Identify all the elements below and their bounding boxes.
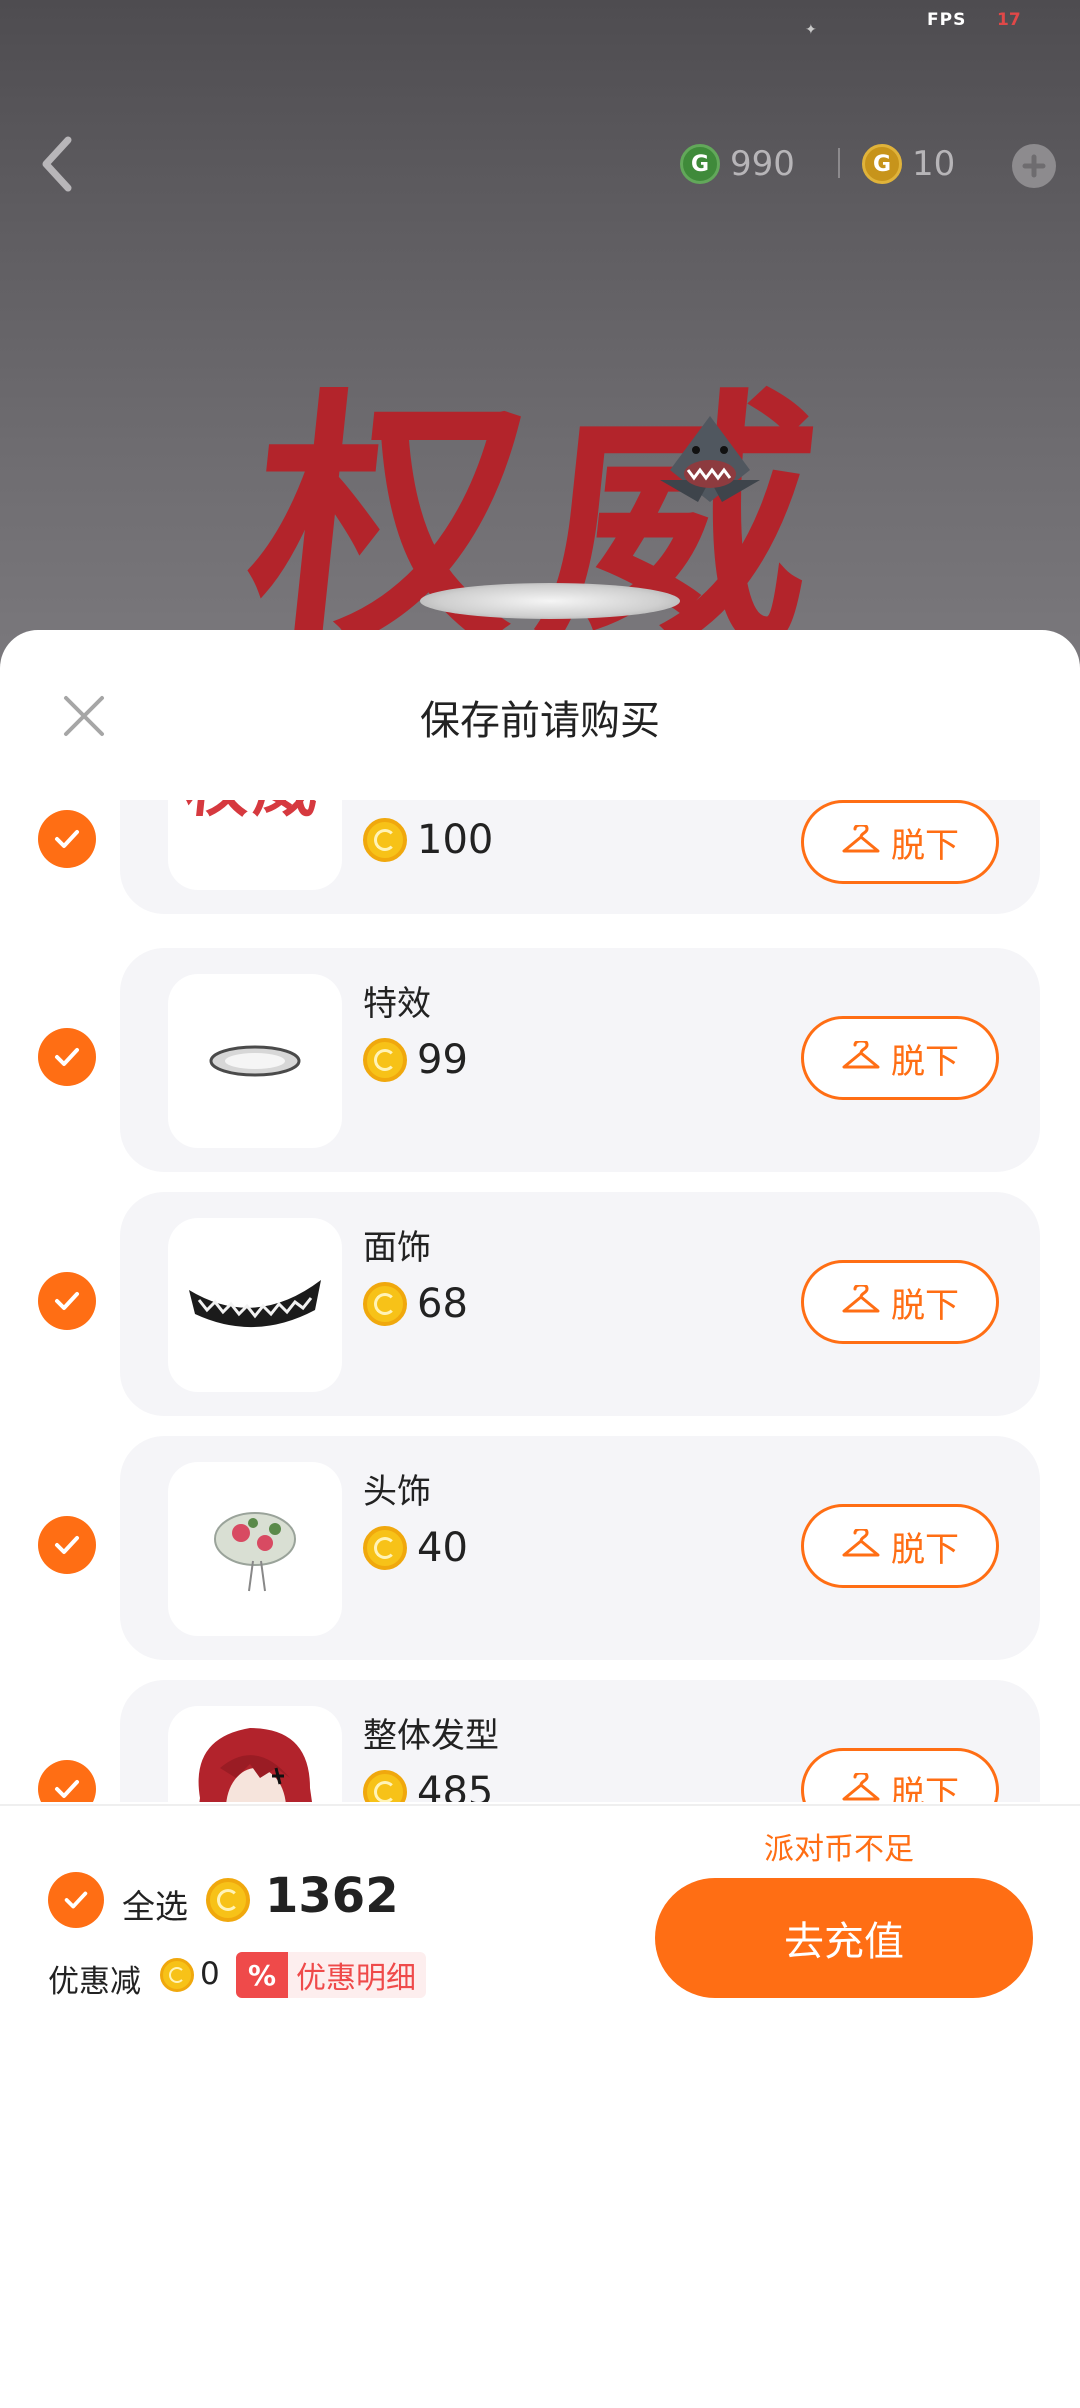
effect-disc (420, 583, 680, 619)
check-icon (55, 1780, 79, 1798)
list-item: 整体发型 485 脱下 (0, 1680, 1080, 1802)
g-coin-green-icon: G (680, 144, 720, 184)
item-card: 特效 99 脱下 (120, 948, 1040, 1172)
currency-divider (838, 148, 840, 178)
title-art-thumb: 权威 (182, 800, 328, 829)
item-card: 头饰 40 脱下 (120, 1436, 1040, 1660)
item-price-value: 99 (417, 1037, 468, 1083)
check-icon (55, 830, 79, 848)
list-item: 特效 99 脱下 (0, 948, 1080, 1172)
list-item: 权威 100 脱下 (0, 800, 1080, 914)
take-off-button[interactable]: 脱下 (801, 1748, 999, 1802)
item-price: 40 (363, 1518, 468, 1578)
fps-label: FPS (927, 10, 967, 30)
shark-accessory-icon (660, 416, 760, 502)
item-price-value: 100 (417, 817, 494, 863)
item-name: 头饰 (363, 1472, 431, 1512)
red-hairstyle-icon (198, 1728, 312, 1802)
item-card: 整体发型 485 脱下 (120, 1680, 1040, 1802)
discount-label: 优惠减 (48, 1964, 141, 2000)
gold-coin-balance: G 10 (862, 136, 955, 192)
party-coin-icon (363, 1038, 407, 1082)
hanger-icon (842, 1285, 880, 1313)
item-checkbox[interactable] (38, 1272, 96, 1330)
effect-disc-icon (209, 1045, 301, 1077)
item-price: 99 (363, 1030, 468, 1090)
purchase-sheet: 保存前请购买 权威 100 (0, 630, 1080, 2408)
discount-detail-label: 优惠明细 (296, 1961, 416, 1996)
item-price: 100 (363, 810, 493, 870)
item-checkbox[interactable] (38, 810, 96, 868)
party-coin-icon (363, 818, 407, 862)
chevron-left-icon (42, 136, 72, 192)
item-price: 485 (363, 1762, 493, 1802)
item-thumbnail: 权威 (168, 800, 342, 890)
fps-value: 17 (997, 10, 1021, 30)
take-off-label: 脱下 (891, 1285, 959, 1326)
green-coin-balance: G 990 (680, 136, 795, 192)
take-off-label: 脱下 (891, 1773, 959, 1803)
item-name: 特效 (363, 984, 431, 1024)
check-icon (55, 1292, 79, 1310)
check-icon (55, 1048, 79, 1066)
item-name: 面饰 (363, 1228, 431, 1268)
floral-beret-icon (214, 1512, 296, 1592)
item-checkbox[interactable] (38, 1760, 96, 1802)
party-coin-icon (363, 1282, 407, 1326)
item-name: 整体发型 (363, 1716, 499, 1756)
shark-teeth-mask-icon (189, 1280, 321, 1328)
discount-value: 0 (200, 1956, 220, 1992)
select-all-label[interactable]: 全选 (122, 1880, 188, 1928)
add-currency-button[interactable] (1012, 144, 1056, 188)
take-off-button[interactable]: 脱下 (801, 800, 999, 884)
take-off-button[interactable]: 脱下 (801, 1504, 999, 1588)
item-checkbox[interactable] (38, 1028, 96, 1086)
item-thumbnail (168, 974, 342, 1148)
party-coin-icon (363, 1770, 407, 1802)
screen: ✦ FPS 17 G 990 G 10 权威 保存前请购买 100 脱下 特效 … (0, 0, 1080, 2408)
party-coin-icon (160, 1958, 194, 1992)
item-price: 68 (363, 1274, 468, 1334)
total-price: 1362 (265, 1868, 399, 1924)
plus-icon (1022, 154, 1046, 178)
item-thumbnail (168, 1218, 342, 1392)
item-price-value: 485 (417, 1769, 494, 1802)
take-off-label: 脱下 (891, 1041, 959, 1082)
hanger-icon (842, 825, 880, 853)
item-checkbox[interactable] (38, 1516, 96, 1574)
green-coin-amount: 990 (730, 144, 795, 184)
list-item: 面饰 68 脱下 (0, 1192, 1080, 1416)
avatar-scene: ✦ FPS 17 G 990 G 10 权威 (0, 0, 1080, 682)
item-price-value: 68 (417, 1281, 468, 1327)
hanger-icon (842, 1773, 880, 1801)
take-off-label: 脱下 (891, 1529, 959, 1570)
item-price-value: 40 (417, 1525, 468, 1571)
item-card: 权威 100 脱下 (120, 800, 1040, 914)
select-all-checkbox[interactable] (48, 1872, 104, 1928)
take-off-button[interactable]: 脱下 (801, 1016, 999, 1100)
hanger-icon (842, 1529, 880, 1557)
party-coin-icon (363, 1526, 407, 1570)
checkout-footer: 派对币不足 全选 1362 优惠减 0 % 优惠明细 去充值 (0, 1804, 1080, 2408)
insufficient-coins-notice: 派对币不足 (764, 1832, 914, 1867)
take-off-label: 脱下 (891, 825, 959, 866)
hanger-icon (842, 1041, 880, 1069)
sparkle-icon: ✦ (805, 22, 817, 38)
item-thumbnail (168, 1462, 342, 1636)
gold-coin-amount: 10 (912, 144, 956, 184)
g-coin-gold-icon: G (862, 144, 902, 184)
discount-detail-link[interactable]: % 优惠明细 (236, 1952, 426, 1998)
party-coin-icon (206, 1878, 250, 1922)
check-icon (64, 1891, 88, 1909)
percent-badge-icon: % (236, 1952, 288, 1998)
check-icon (55, 1536, 79, 1554)
take-off-button[interactable]: 脱下 (801, 1260, 999, 1344)
recharge-button[interactable]: 去充值 (655, 1878, 1033, 1998)
item-card: 面饰 68 脱下 (120, 1192, 1040, 1416)
item-list[interactable]: 权威 100 脱下 (0, 800, 1080, 1802)
item-thumbnail (168, 1706, 342, 1802)
back-button[interactable] (30, 128, 86, 200)
list-item: 头饰 40 脱下 (0, 1436, 1080, 1660)
sheet-title: 保存前请购买 (420, 698, 660, 744)
